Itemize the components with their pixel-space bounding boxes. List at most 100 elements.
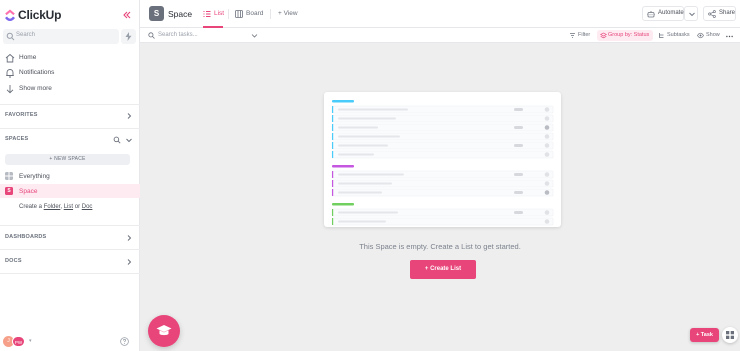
create-doc-link[interactable]: Doc — [82, 204, 93, 210]
grid-icon — [726, 331, 734, 339]
divider — [0, 104, 140, 105]
filter-button[interactable]: Filter — [569, 30, 594, 41]
subtasks-icon — [659, 33, 664, 38]
sidebar-item-notifications[interactable]: Notifications — [5, 67, 135, 79]
illustration-row-tag — [514, 108, 523, 111]
subtasks-button[interactable]: Subtasks — [658, 30, 694, 41]
learning-center-button[interactable] — [148, 315, 180, 347]
sidebar-item-label: Notifications — [19, 69, 55, 76]
share-icon — [708, 10, 716, 18]
search-icon — [148, 32, 155, 39]
dashboards-label: DASHBOARDS — [5, 234, 47, 240]
automate-button[interactable]: Automate — [642, 6, 684, 21]
task-search-input[interactable]: Search tasks... — [148, 30, 258, 41]
collapse-sidebar-icon[interactable] — [122, 10, 132, 20]
group-by-button[interactable]: Group by: Status — [597, 30, 653, 41]
tab-list[interactable]: List — [203, 0, 225, 28]
illustration-row-dot — [544, 134, 550, 139]
automate-menu-button[interactable] — [684, 6, 698, 21]
illustration-row-dot — [544, 181, 550, 186]
create-list-link[interactable]: List — [64, 204, 73, 210]
chevron-right-icon — [127, 235, 132, 241]
illustration-row-accent — [332, 106, 334, 113]
create-sep: or — [73, 204, 82, 210]
main-content: This Space is empty. Create a List to ge… — [140, 43, 740, 351]
docs-section-header[interactable]: DOCS — [5, 257, 133, 267]
apps-button[interactable] — [722, 327, 738, 343]
spaces-label: SPACES — [5, 136, 29, 142]
list-icon — [203, 11, 211, 17]
illustration-row-dot — [544, 116, 550, 121]
more-options-button[interactable] — [726, 30, 736, 41]
divider — [0, 273, 140, 274]
divider — [270, 9, 271, 19]
clickup-logo-icon — [5, 9, 15, 21]
add-view-button[interactable]: + View — [278, 0, 308, 28]
sidebar: ClickUp Search Home Notifications Show m… — [0, 0, 140, 351]
sidebar-item-label: Show more — [19, 85, 52, 92]
share-button[interactable]: Share — [703, 6, 736, 21]
chevron-down-icon[interactable] — [125, 136, 133, 144]
arrow-down-icon — [6, 85, 14, 94]
bell-icon — [6, 69, 14, 78]
illustration-row-accent — [332, 115, 334, 122]
illustration-row-accent — [332, 133, 334, 140]
filter-icon — [570, 33, 575, 38]
favorites-label: FAVORITES — [5, 112, 38, 118]
clickup-app: ClickUp Search Home Notifications Show m… — [0, 0, 740, 351]
show-button[interactable]: Show — [697, 30, 723, 41]
workspace-avatar[interactable]: PW — [12, 336, 25, 347]
chevron-down-icon[interactable] — [251, 32, 258, 39]
illustration-row-dot — [544, 152, 550, 157]
subtasks-label: Subtasks — [667, 32, 690, 38]
illustration-row-text — [338, 135, 400, 138]
filter-label: Filter — [578, 32, 591, 38]
group-by-label: Group by: Status — [608, 32, 650, 38]
spaces-section-header[interactable]: SPACES — [5, 135, 133, 145]
graduation-cap-icon — [156, 325, 172, 336]
docs-label: DOCS — [5, 258, 22, 264]
quick-action-button[interactable] — [121, 29, 136, 44]
illustration-row-tag — [514, 144, 523, 147]
sidebar-item-everything[interactable]: Everything — [0, 169, 140, 183]
illustration-row-accent — [332, 171, 334, 178]
illustration-row-dot — [544, 107, 550, 112]
sidebar-item-label: Space — [19, 188, 38, 195]
divider — [228, 9, 229, 19]
illustration-group-header — [332, 203, 354, 206]
toolbar: Search tasks... Filter Group by: Status … — [140, 28, 740, 43]
favorites-section-header[interactable]: FAVORITES — [5, 111, 133, 121]
illustration-row-text — [338, 191, 382, 194]
search-icon[interactable] — [113, 136, 121, 144]
help-icon[interactable] — [120, 337, 129, 346]
search-placeholder: Search tasks... — [158, 32, 198, 38]
logo-row: ClickUp — [4, 8, 136, 24]
illustration-row-accent — [332, 218, 334, 225]
sidebar-footer: J PW ▾ — [0, 331, 140, 351]
divider — [0, 128, 140, 129]
illustration-row-text — [338, 126, 378, 129]
dashboards-section-header[interactable]: DASHBOARDS — [5, 233, 133, 243]
create-folder-link[interactable]: Folder — [44, 204, 61, 210]
tab-label: Board — [246, 10, 264, 17]
new-space-button[interactable]: + NEW SPACE — [5, 154, 130, 165]
tab-label: List — [214, 10, 225, 17]
grid-icon — [5, 172, 13, 180]
automate-label: Automate — [658, 10, 684, 16]
illustration-group-header — [332, 100, 354, 103]
sidebar-item-home[interactable]: Home — [5, 52, 135, 64]
chevron-down-icon[interactable]: ▾ — [29, 338, 32, 344]
illustration-row-accent — [332, 124, 334, 131]
sidebar-item-space[interactable]: S Space — [0, 184, 140, 198]
add-task-button[interactable]: + Task — [690, 328, 719, 342]
sidebar-search-input[interactable]: Search — [3, 29, 119, 44]
search-placeholder: Search — [16, 32, 36, 38]
create-list-button[interactable]: + Create List — [410, 260, 476, 279]
sidebar-item-show-more[interactable]: Show more — [5, 83, 135, 95]
tab-board[interactable]: Board — [235, 0, 265, 28]
page-title[interactable]: Space — [168, 9, 192, 19]
illustration-row-dot — [544, 172, 550, 177]
app-name: ClickUp — [18, 8, 62, 22]
illustration-row-text — [338, 108, 408, 111]
create-prefix: Create a — [19, 204, 44, 210]
